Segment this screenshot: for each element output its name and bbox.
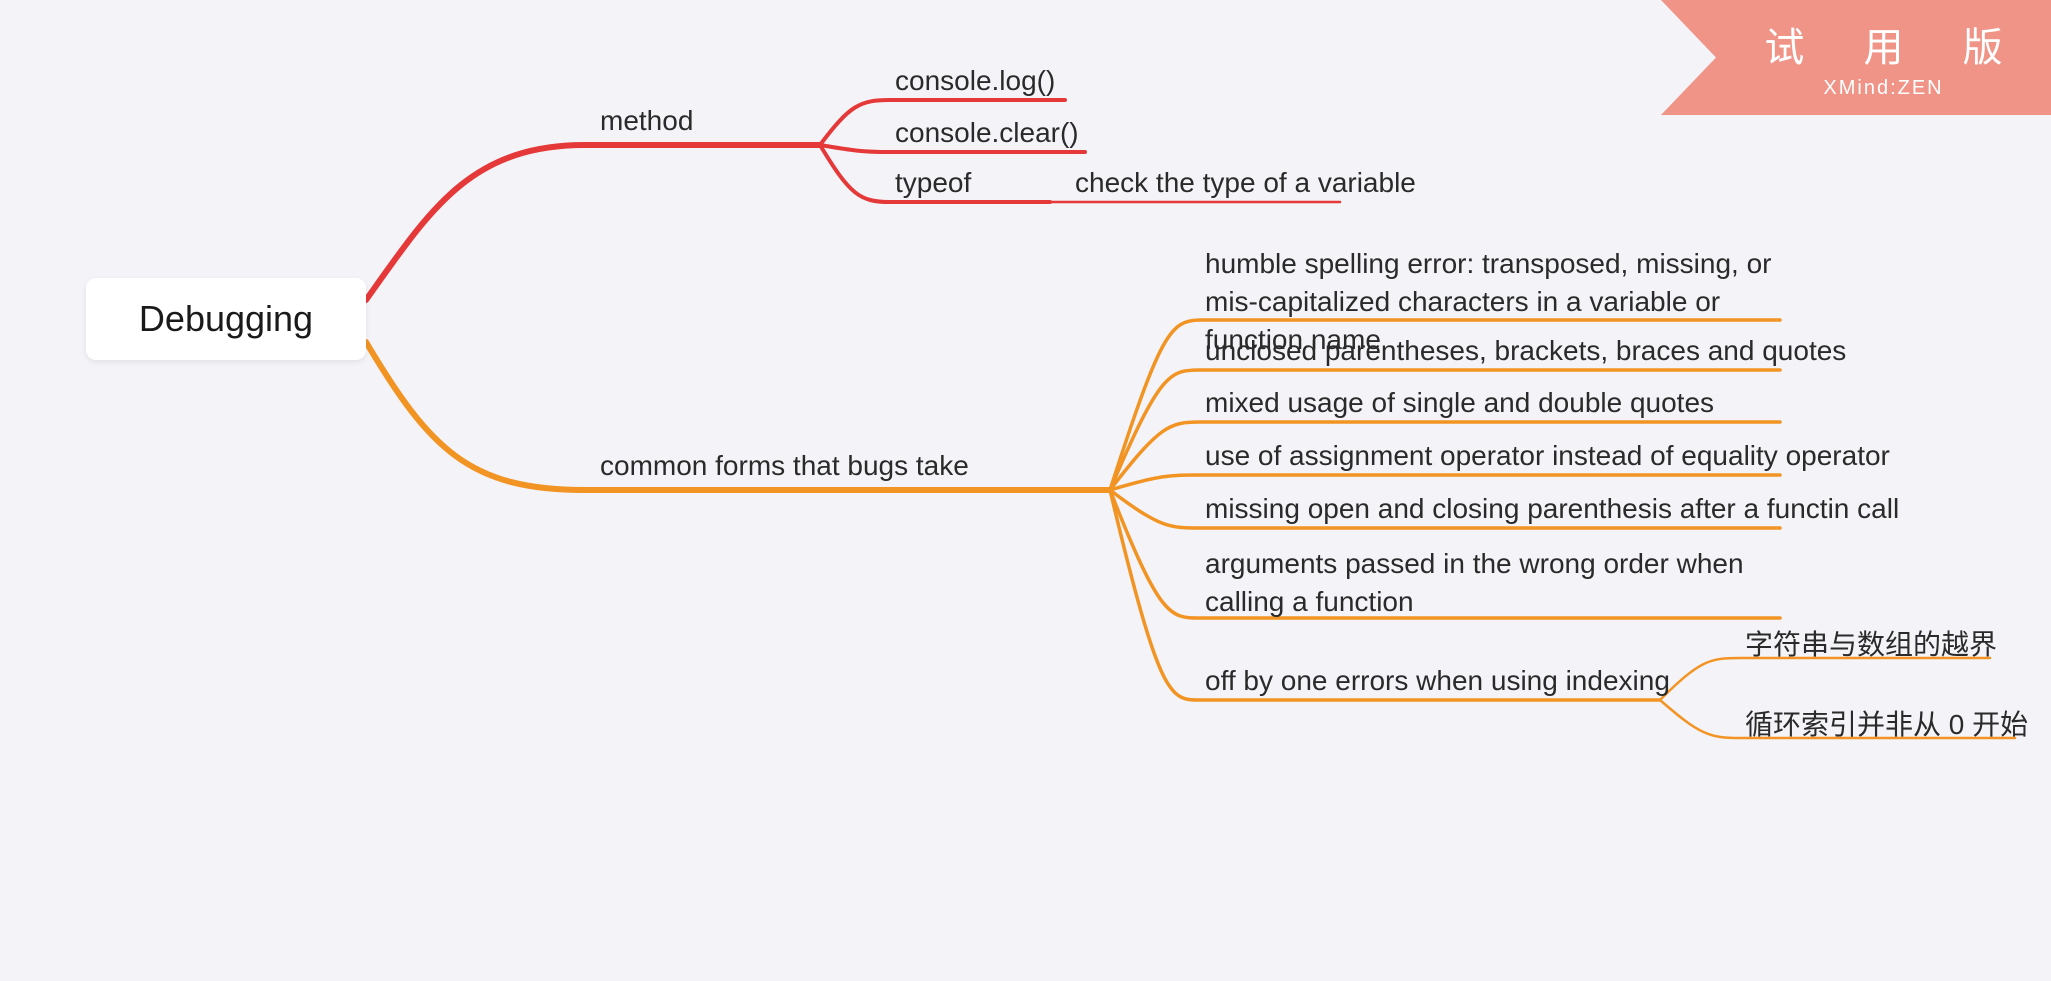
root-label: Debugging <box>139 298 313 340</box>
trial-watermark: 试 用 版 XMind:ZEN <box>1661 0 2051 115</box>
branch-method[interactable]: method <box>600 105 693 137</box>
branch-common[interactable]: common forms that bugs take <box>600 450 969 482</box>
node-console-clear[interactable]: console.clear() <box>895 117 1079 149</box>
node-missing-parens[interactable]: missing open and closing parenthesis aft… <box>1205 493 1899 525</box>
mindmap-canvas: Debugging method console.log() console.c… <box>0 0 2051 981</box>
node-typeof-desc[interactable]: check the type of a variable <box>1075 167 1416 199</box>
node-loop-index-not-zero[interactable]: 循环索引并非从 0 开始 <box>1745 703 2028 743</box>
watermark-title: 试 用 版 <box>1764 15 2026 73</box>
node-oob-string-array[interactable]: 字符串与数组的越界 <box>1745 623 1997 663</box>
node-off-by-one[interactable]: off by one errors when using indexing <box>1205 665 1670 697</box>
watermark-subtitle: XMind:ZEN <box>1823 77 1943 100</box>
node-wrong-arg-order[interactable]: arguments passed in the wrong order when… <box>1205 545 1785 621</box>
node-mixed-quotes[interactable]: mixed usage of single and double quotes <box>1205 387 1714 419</box>
node-assignment-vs-equality[interactable]: use of assignment operator instead of eq… <box>1205 440 1890 472</box>
branch-common-label: common forms that bugs take <box>600 450 969 481</box>
branch-method-label: method <box>600 105 693 136</box>
node-console-log[interactable]: console.log() <box>895 65 1055 97</box>
root-topic[interactable]: Debugging <box>86 278 366 360</box>
node-typeof[interactable]: typeof <box>895 167 971 199</box>
node-unclosed[interactable]: unclosed parentheses, brackets, braces a… <box>1205 335 1846 367</box>
